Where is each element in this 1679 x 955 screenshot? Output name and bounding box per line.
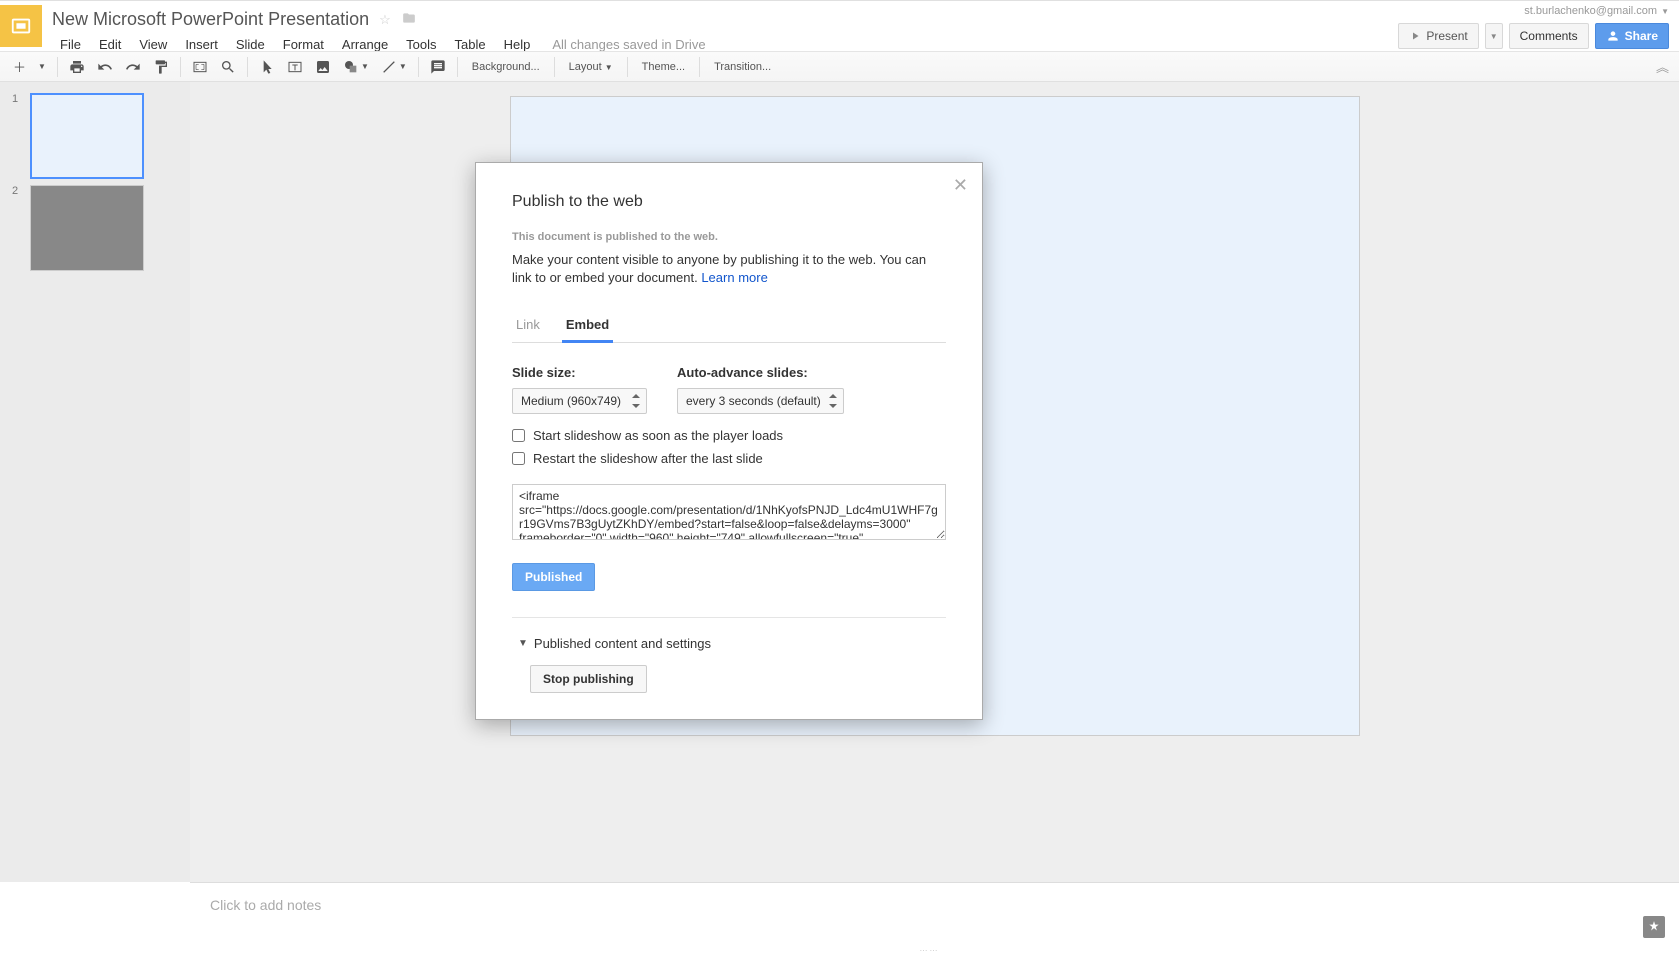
restart-slideshow-label: Restart the slideshow after the last sli… [533, 451, 763, 466]
slides-app-logo-icon[interactable] [0, 5, 42, 47]
close-icon[interactable]: ✕ [953, 175, 968, 196]
tab-embed[interactable]: Embed [562, 309, 613, 343]
layout-button[interactable]: Layout ▼ [561, 57, 621, 77]
slide-number: 2 [12, 185, 24, 197]
dialog-subtitle: This document is published to the web. [512, 231, 946, 243]
line-icon[interactable]: ▼ [376, 55, 412, 79]
learn-more-link[interactable]: Learn more [701, 270, 767, 285]
slide-size-select[interactable]: Medium (960x749) [512, 388, 647, 414]
paint-format-icon[interactable] [148, 55, 174, 79]
embed-code-textarea[interactable] [512, 484, 946, 540]
undo-icon[interactable] [92, 55, 118, 79]
dialog-description: Make your content visible to anyone by p… [512, 251, 946, 287]
slide-size-label: Slide size: [512, 365, 647, 380]
notes-resize-grip[interactable]: ⋯⋯ [920, 946, 950, 950]
start-slideshow-label: Start slideshow as soon as the player lo… [533, 428, 783, 443]
present-dropdown[interactable]: ▼ [1485, 23, 1503, 49]
restart-slideshow-checkbox[interactable] [512, 452, 525, 465]
slide-thumbnail-2[interactable] [30, 185, 144, 271]
collapse-toolbar-icon[interactable]: ︽ [1656, 57, 1669, 76]
autoadvance-select[interactable]: every 3 seconds (default) [677, 388, 844, 414]
slide-thumbnail-1[interactable] [30, 93, 144, 179]
autoadvance-label: Auto-advance slides: [677, 365, 844, 380]
user-account[interactable]: st.burlachenko@gmail.com ▼ [1524, 5, 1669, 17]
redo-icon[interactable] [120, 55, 146, 79]
tab-link[interactable]: Link [512, 309, 544, 342]
move-folder-icon[interactable] [401, 11, 417, 28]
explore-icon[interactable] [1643, 916, 1665, 938]
triangle-down-icon: ▼ [518, 638, 528, 649]
comments-button[interactable]: Comments [1509, 23, 1589, 49]
start-slideshow-checkbox[interactable] [512, 429, 525, 442]
stop-publishing-button[interactable]: Stop publishing [530, 665, 647, 693]
dialog-title: Publish to the web [512, 193, 946, 211]
slide-number: 1 [12, 93, 24, 105]
print-icon[interactable] [64, 55, 90, 79]
slide-panel: 1 2 [0, 82, 190, 882]
publish-dialog: ✕ Publish to the web This document is pu… [475, 162, 983, 720]
published-button[interactable]: Published [512, 563, 595, 591]
document-title[interactable]: New Microsoft PowerPoint Presentation [52, 9, 369, 30]
speaker-notes[interactable]: Click to add notes [190, 882, 1679, 952]
image-icon[interactable] [310, 55, 336, 79]
zoom-fit-icon[interactable] [187, 55, 213, 79]
new-slide-button[interactable]: ＋ [8, 55, 31, 79]
transition-button[interactable]: Transition... [706, 57, 779, 77]
background-button[interactable]: Background... [464, 57, 548, 77]
shape-icon[interactable]: ▼ [338, 55, 374, 79]
published-settings-toggle[interactable]: ▼ Published content and settings [512, 636, 946, 651]
share-button[interactable]: Share [1595, 23, 1669, 49]
new-slide-dropdown[interactable]: ▼ [33, 55, 51, 79]
present-button[interactable]: Present [1398, 23, 1478, 49]
star-icon[interactable]: ☆ [379, 12, 391, 28]
zoom-icon[interactable] [215, 55, 241, 79]
theme-button[interactable]: Theme... [634, 57, 693, 77]
textbox-icon[interactable] [282, 55, 308, 79]
comment-icon[interactable] [425, 55, 451, 79]
toolbar: ＋ ▼ ▼ ▼ Background... Layout ▼ Theme... … [0, 51, 1679, 82]
select-tool-icon[interactable] [254, 55, 280, 79]
